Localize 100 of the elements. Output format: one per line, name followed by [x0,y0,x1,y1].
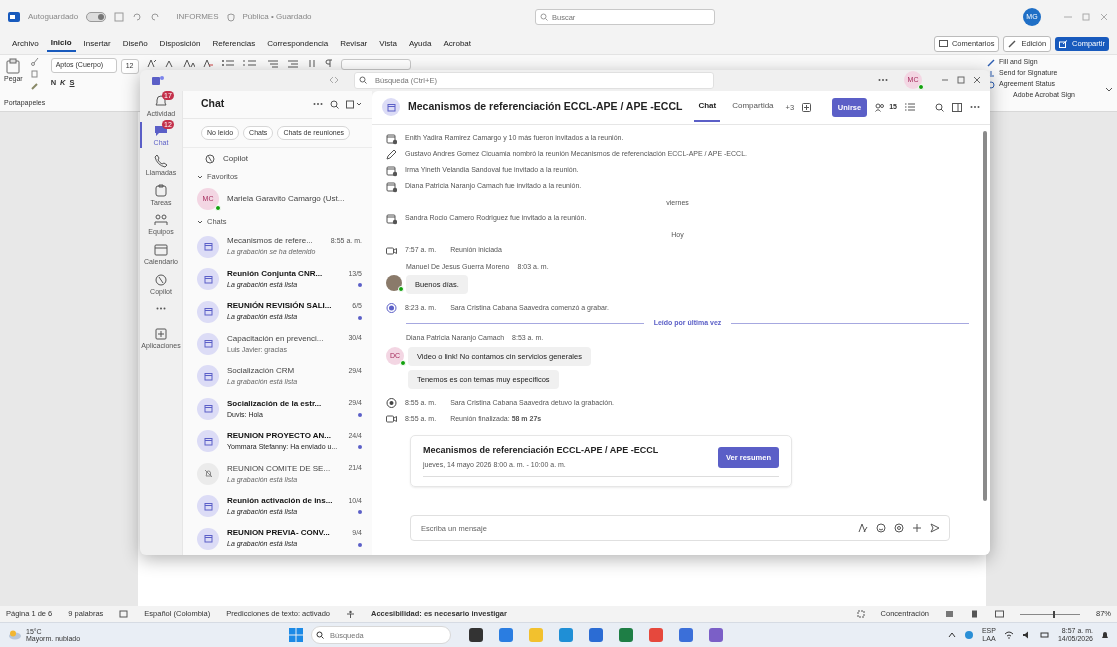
menu-tab[interactable]: Ayuda [404,37,436,51]
close-icon[interactable] [1099,12,1109,22]
menu-tab[interactable]: Disposición [155,37,205,51]
app-icon[interactable] [709,628,723,642]
copy-icon[interactable] [30,70,39,78]
back-icon[interactable] [328,76,334,85]
menu-tab[interactable]: Referencias [208,37,260,51]
menu-tab[interactable]: Insertar [79,37,115,51]
sort-icon[interactable] [306,59,317,68]
send-icon[interactable] [930,523,940,533]
plus-icon[interactable] [912,523,922,533]
numbering-icon[interactable] [242,59,257,68]
app-icon [8,12,20,22]
menu-tab[interactable]: Revisar [336,37,372,51]
record-icon [386,302,397,315]
print-layout-icon[interactable] [970,610,979,618]
chat-title: REUNIÓN REVISIÓN SALI... [227,300,332,313]
chat-tab[interactable]: Chat [694,92,721,123]
search-icon [540,13,548,21]
card-title: Mecanismos de referenciación ECCL-APE / APE -ECCL [423,444,660,458]
chat-title: Reunión activación de ins... [227,495,333,507]
clear-format-icon[interactable] [202,59,213,68]
notification-icon[interactable] [1101,630,1109,640]
case-icon[interactable] [182,59,195,68]
add-tab-icon[interactable] [802,102,812,112]
scissors-icon[interactable] [30,58,39,66]
app-icon[interactable] [589,628,603,642]
pilcrow-icon[interactable] [324,59,333,68]
side-panel-icon[interactable] [952,102,962,112]
menu-tab[interactable]: Diseño [118,37,152,51]
close-icon[interactable] [972,75,982,86]
brush-icon[interactable] [30,82,39,90]
chat-tab[interactable]: Compartida [728,92,778,123]
more-icon[interactable] [970,105,980,110]
shrink-font-icon[interactable] [164,59,175,68]
app-icon[interactable] [619,628,633,642]
chat-title: Capacitación en prevenci... [227,332,324,345]
calendar-add-icon [386,164,397,177]
video-camera-icon [386,244,397,257]
calendar-add-icon [386,180,397,193]
calendar-icon [203,242,213,252]
pencil-icon [1008,40,1018,48]
chat-title: Socialización CRM [227,365,295,378]
chat-title: Socialización de la estr... [227,397,322,410]
calendar-icon [203,404,213,414]
book-icon [119,610,129,618]
list-icon[interactable] [905,103,915,112]
chevron-up-icon[interactable] [947,632,956,638]
search-icon[interactable] [330,99,339,109]
share-icon [1059,40,1069,48]
layout-icon[interactable] [945,610,954,618]
collapse-caret-icon[interactable] [1105,87,1113,93]
menu-tab[interactable]: Correspondencia [263,37,333,51]
contact-name: Mariela Garavito Camargo (Ust... [227,193,345,206]
phone-icon [153,153,169,170]
calendar-icon [203,339,213,349]
search-icon[interactable] [935,102,944,112]
bullets-icon[interactable] [220,59,235,68]
pencil-icon [386,148,397,161]
menu-tab[interactable]: Inicio [46,36,76,52]
more-icon[interactable] [313,102,323,107]
indent-icon[interactable] [286,59,299,68]
forward-icon[interactable] [334,76,340,85]
search-icon [316,631,324,639]
copilot-item[interactable]: Copilot [183,148,372,169]
redo-icon[interactable] [150,12,161,22]
app-icon[interactable] [469,628,483,642]
calendar-add-icon [386,212,397,225]
people-icon [875,102,886,112]
document-status: Pública • Guardado [242,11,312,23]
comment-icon [938,40,948,48]
autosave-toggle[interactable] [86,12,107,22]
panel-title: Chat [201,96,225,112]
grow-font-icon[interactable] [146,59,157,68]
compose-icon[interactable] [346,99,362,109]
emoji-icon[interactable] [876,523,886,533]
menu-tab[interactable]: Vista [375,37,401,51]
wifi-icon[interactable] [1003,631,1014,639]
scrollbar[interactable] [983,130,987,501]
more-icon[interactable] [878,78,888,83]
start-icon[interactable] [289,628,303,642]
calendar-icon [203,501,213,511]
teams-logo-icon [152,75,164,86]
web-layout-icon[interactable] [995,610,1004,618]
chat-title: Mecanismos de referenciación ECCL-APE / APE -ECCL [408,99,683,115]
pen-icon[interactable] [987,58,995,67]
tray-icon[interactable] [963,630,974,640]
cloud-icon [8,630,22,640]
chat-title: REUNION COMITE DE SE... [227,462,331,475]
sticker-icon[interactable] [894,523,904,533]
battery-icon[interactable] [1039,631,1050,639]
undo-icon[interactable] [132,12,143,22]
status-icon[interactable] [987,80,995,89]
document-name: INFORMES [176,11,219,23]
menu-tab[interactable]: Archivo [8,37,43,51]
chat-title: Reunión Conjunta CNR... [227,267,323,280]
format-icon[interactable] [858,523,868,533]
plus-square-icon [153,326,169,343]
menu-tab[interactable]: Acrobat [439,37,476,51]
focus-icon [856,610,865,618]
